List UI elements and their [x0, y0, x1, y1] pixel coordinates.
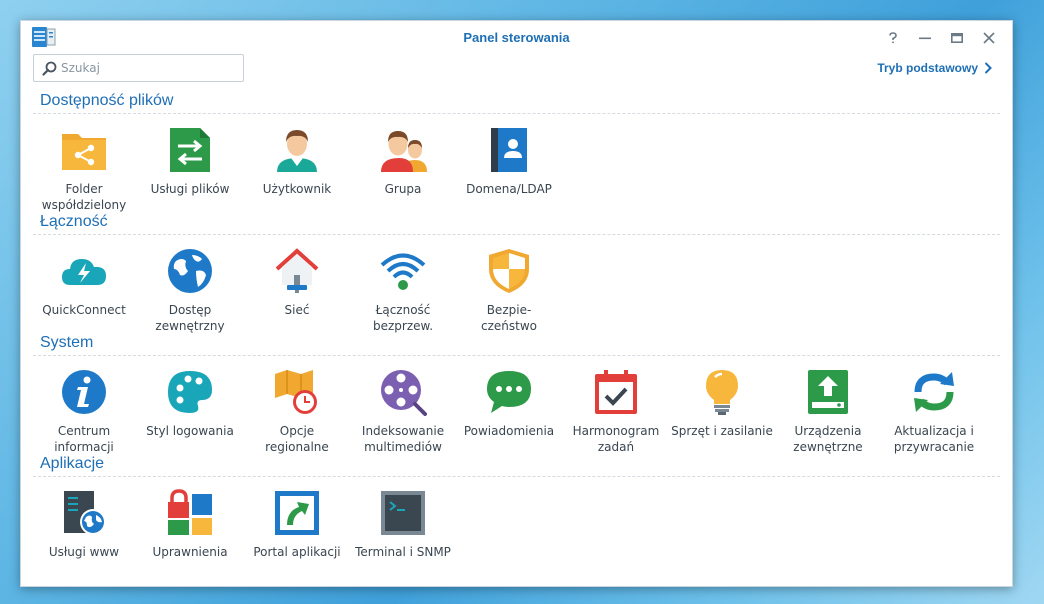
search-input[interactable]	[61, 58, 236, 78]
item-hardware-power[interactable]: Sprzęt i zasilanie	[667, 361, 777, 455]
item-label: Łączność bezprzew.	[372, 303, 434, 333]
external-devices-icon	[808, 370, 848, 414]
section-title-file-sharing: Dostępność plików	[40, 92, 174, 109]
item-external-access[interactable]: Dostęp zewnętrzny	[135, 240, 245, 334]
help-button[interactable]	[882, 27, 904, 49]
info-center-icon	[62, 370, 106, 414]
section-divider	[33, 355, 1000, 356]
maximize-button[interactable]	[946, 27, 968, 49]
section-divider	[33, 476, 1000, 477]
item-label: Folder współdzielony	[41, 182, 127, 212]
hardware-power-icon	[706, 370, 738, 415]
item-quickconnect[interactable]: QuickConnect	[29, 240, 139, 334]
application-portal-icon	[275, 491, 319, 535]
item-label: Dostęp zewnętrzny	[155, 303, 225, 333]
item-label: Grupa	[384, 182, 422, 196]
item-label: Terminal i SNMP	[355, 545, 451, 559]
item-label: Usługi plików	[150, 182, 230, 196]
section-divider	[33, 113, 1000, 114]
notification-icon	[487, 371, 531, 413]
item-network[interactable]: Sieć	[242, 240, 352, 334]
section-connectivity: Łączność QuickConnect Dostęp zewnętrzny	[21, 213, 1012, 334]
item-label: Powiadomienia	[463, 424, 555, 438]
item-label: Bezpie- czeństwo	[481, 303, 537, 333]
palette-icon	[168, 371, 212, 413]
search-icon	[42, 61, 57, 76]
section-system: System Centrum informacji Styl logowania	[21, 334, 1012, 455]
item-info-center[interactable]: Centrum informacji	[29, 361, 139, 455]
help-icon	[889, 32, 897, 44]
item-label: Opcje regionalne	[265, 424, 329, 454]
section-title-applications: Aplikacje	[40, 455, 105, 472]
item-wireless[interactable]: Łączność bezprzew.	[348, 240, 458, 334]
item-task-scheduler[interactable]: Harmonogram zadań	[561, 361, 671, 455]
task-scheduler-icon	[595, 370, 637, 414]
chevron-right-icon	[984, 62, 992, 74]
item-security[interactable]: Bezpie- czeństwo	[454, 240, 564, 334]
item-label: Sieć	[284, 303, 310, 317]
section-file-sharing: Dostępność plików Folder współdzielony U…	[21, 92, 1012, 213]
item-login-style[interactable]: Styl logowania	[135, 361, 245, 455]
item-label: Uprawnienia	[152, 545, 228, 559]
item-label: Indeksowanie multimediów	[361, 424, 445, 454]
item-shared-folder[interactable]: Folder współdzielony	[29, 119, 139, 213]
update-restore-icon	[914, 372, 954, 412]
title-bar[interactable]: Panel sterowania	[21, 21, 1012, 55]
item-media-indexing[interactable]: Indeksowanie multimediów	[348, 361, 458, 455]
close-button[interactable]	[978, 27, 1000, 49]
section-divider	[33, 234, 1000, 235]
shared-folder-icon	[62, 134, 106, 170]
item-label: Harmonogram zadań	[572, 424, 660, 454]
item-label: Styl logowania	[146, 424, 234, 438]
item-update-restore[interactable]: Aktualizacja i przywracanie	[879, 361, 989, 455]
item-label: Użytkownik	[262, 182, 332, 196]
item-privileges[interactable]: Uprawnienia	[135, 482, 245, 576]
section-title-connectivity: Łączność	[40, 213, 108, 230]
privileges-icon	[168, 489, 212, 535]
item-regional-options[interactable]: Opcje regionalne	[242, 361, 352, 455]
security-shield-icon	[489, 249, 529, 293]
section-applications: Aplikacje Usługi www Uprawnienia Portal …	[21, 455, 1012, 576]
item-domain-ldap[interactable]: Domena/LDAP	[454, 119, 564, 213]
item-application-portal[interactable]: Portal aplikacji	[242, 482, 352, 576]
media-indexing-icon	[381, 370, 427, 416]
item-group[interactable]: Grupa	[348, 119, 458, 213]
item-file-services[interactable]: Usługi plików	[135, 119, 245, 213]
item-label: Portal aplikacji	[253, 545, 341, 559]
item-user[interactable]: Użytkownik	[242, 119, 352, 213]
regional-options-icon	[275, 370, 317, 414]
item-label: QuickConnect	[42, 303, 126, 317]
group-icon	[381, 131, 427, 172]
web-services-icon	[64, 491, 106, 535]
search-box[interactable]	[33, 54, 244, 82]
section-title-system: System	[40, 334, 94, 351]
close-icon	[983, 32, 995, 44]
maximize-icon	[951, 32, 963, 43]
item-external-devices[interactable]: Urządzenia zewnętrzne	[773, 361, 883, 455]
network-icon	[275, 248, 319, 293]
minimize-icon	[919, 37, 931, 40]
user-icon	[277, 130, 317, 172]
external-access-icon	[168, 249, 212, 293]
basic-mode-link[interactable]: Tryb podstawowy	[877, 61, 992, 75]
wireless-icon	[380, 253, 426, 290]
minimize-button[interactable]	[914, 27, 936, 49]
terminal-snmp-icon	[381, 491, 425, 535]
item-label: Domena/LDAP	[466, 182, 552, 196]
file-services-icon	[170, 128, 210, 172]
item-notifications[interactable]: Powiadomienia	[454, 361, 564, 455]
item-label: Centrum informacji	[54, 424, 114, 454]
window-title: Panel sterowania	[463, 30, 570, 45]
domain-ldap-icon	[491, 128, 527, 172]
item-label: Aktualizacja i przywracanie	[893, 424, 975, 454]
item-label: Usługi www	[48, 545, 120, 559]
control-panel-window: Panel sterowania Szukaj Tryb podstawowy …	[20, 20, 1013, 587]
item-label: Sprzęt i zasilanie	[671, 424, 773, 438]
item-web-services[interactable]: Usługi www	[29, 482, 139, 576]
item-terminal-snmp[interactable]: Terminal i SNMP	[348, 482, 458, 576]
basic-mode-label: Tryb podstawowy	[877, 61, 978, 75]
item-label: Urządzenia zewnętrzne	[793, 424, 863, 454]
quickconnect-icon	[62, 259, 106, 285]
